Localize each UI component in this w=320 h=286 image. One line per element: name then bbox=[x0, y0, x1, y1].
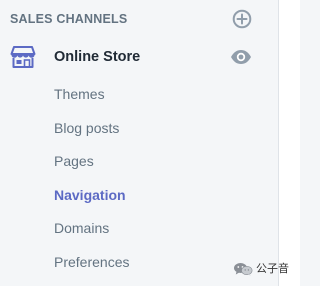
watermark-text: 公子音 bbox=[256, 263, 289, 275]
subitem-navigation[interactable]: Navigation bbox=[54, 187, 126, 203]
subitem-preferences[interactable]: Preferences bbox=[54, 254, 129, 270]
subitem-pages[interactable]: Pages bbox=[54, 153, 94, 169]
sales-channels-sidebar: SALES CHANNELS Online Store Themes Blog … bbox=[0, 0, 278, 286]
section-title: SALES CHANNELS bbox=[10, 12, 128, 26]
watermark: 公子音 bbox=[233, 261, 289, 277]
eye-icon bbox=[231, 50, 251, 64]
add-sales-channel-button[interactable] bbox=[232, 9, 252, 29]
wechat-icon bbox=[234, 263, 253, 276]
view-store-button[interactable] bbox=[230, 47, 252, 67]
plus-circle-icon bbox=[232, 9, 252, 29]
channel-online-store[interactable]: Online Store bbox=[0, 40, 278, 74]
subitem-domains[interactable]: Domains bbox=[54, 220, 109, 236]
main-content-edge bbox=[279, 0, 300, 286]
subitem-themes[interactable]: Themes bbox=[54, 86, 105, 102]
subitem-blog-posts[interactable]: Blog posts bbox=[54, 120, 119, 136]
store-icon bbox=[10, 44, 36, 70]
channel-label: Online Store bbox=[54, 49, 141, 65]
